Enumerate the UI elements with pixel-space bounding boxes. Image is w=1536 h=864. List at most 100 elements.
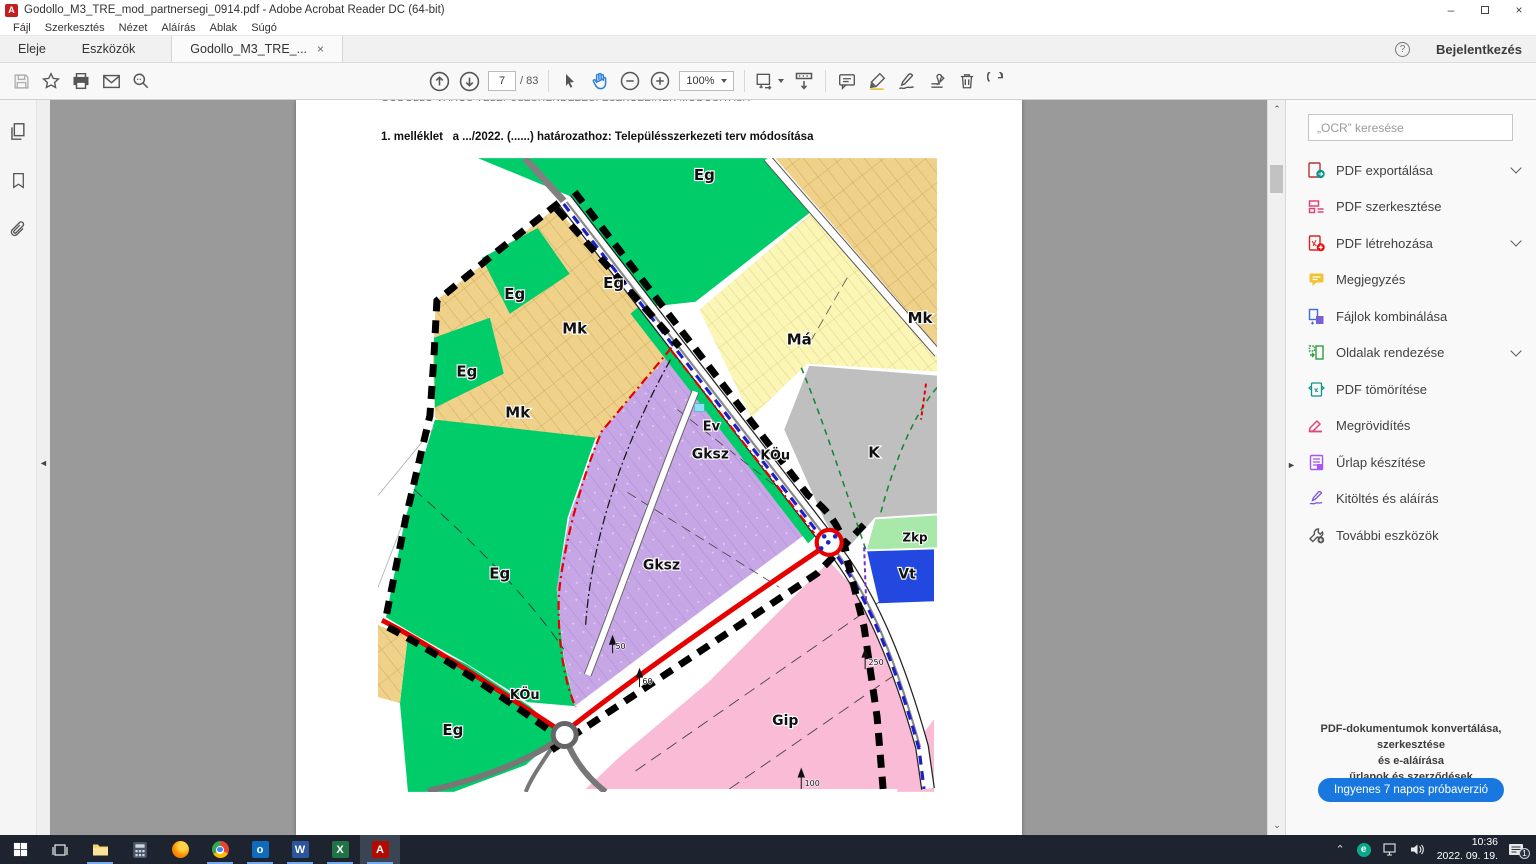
tool-more-tools[interactable]: További eszközök [1286,517,1536,554]
page-thumbnails-icon[interactable] [9,122,28,146]
label-kou-2: KÖu [510,687,540,703]
taskbar-chrome[interactable] [200,835,240,864]
document-area[interactable]: GÖDÖLLŐ VÁROS TELEPÜLÉSRENDEZÉSI ESZKÖZE… [50,100,1285,835]
rotate-icon[interactable] [982,67,1012,95]
sign-in-button[interactable]: Bejelentkezés [1436,42,1522,57]
label-mk-3: Mk [908,309,934,327]
stamp-icon[interactable] [922,67,952,95]
scroll-up-icon[interactable]: ⌃ [1268,104,1285,115]
trash-icon[interactable] [952,67,982,95]
chevron-down-icon[interactable] [1510,345,1521,356]
label-ev: Ev [703,420,721,435]
taskbar-acrobat[interactable]: A [360,835,400,864]
label-mk-2: Mk [505,404,531,422]
page-count-label: / 83 [520,75,538,87]
tray-network-icon[interactable] [1377,843,1404,856]
taskbar-calculator[interactable] [120,835,160,864]
comment-icon[interactable] [832,67,862,95]
tools-sidebar: ► PDF exportálása PDF szerkesztése PDF l… [1285,100,1536,835]
hand-tool-icon[interactable] [585,67,615,95]
save-icon[interactable] [6,67,36,95]
zoom-out-icon[interactable] [615,67,645,95]
label-gksz-1: Gksz [692,447,729,463]
menu-help[interactable]: Súgó [244,22,284,34]
print-icon[interactable] [66,67,96,95]
taskbar-firefox[interactable] [160,835,200,864]
label-eg-2: Eg [603,274,624,292]
taskbar-file-explorer[interactable] [80,835,120,864]
scroll-down-icon[interactable]: ⌄ [1268,820,1285,831]
pdf-page: GÖDÖLLŐ VÁROS TELEPÜLÉSRENDEZÉSI ESZKÖZE… [296,100,1022,835]
promo-text: PDF-dokumentumok konvertálása, szerkeszt… [1286,722,1536,786]
select-tool-icon[interactable] [555,67,585,95]
menu-view[interactable]: Nézet [112,22,155,34]
tool-prepare-form[interactable]: Űrlap készítése [1286,444,1536,481]
main-toolbar: / 83 100% [0,63,1536,100]
tool-search-input[interactable] [1308,114,1513,141]
scrollbar-thumb[interactable] [1270,165,1283,193]
task-view-button[interactable] [40,835,80,864]
previous-page-strip[interactable]: ◄ [37,100,50,835]
label-mk-1: Mk [562,320,588,338]
highlight-icon[interactable] [862,67,892,95]
bookmarks-icon[interactable] [10,172,27,194]
tray-volume-icon[interactable] [1404,843,1431,856]
fit-width-icon[interactable] [751,67,789,95]
tool-export-pdf[interactable]: PDF exportálása [1286,152,1536,189]
restore-icon [1481,6,1489,14]
label-ma: Má [787,331,812,349]
taskbar-word[interactable]: W [280,835,320,864]
help-icon[interactable]: ? [1395,42,1410,57]
restore-button[interactable] [1468,0,1502,20]
next-page-icon[interactable] [454,67,484,95]
taskbar-clock[interactable]: 10:36 2022. 09. 19. [1431,836,1504,862]
taskbar-excel[interactable]: X [320,835,360,864]
email-icon[interactable] [96,67,126,95]
tab-home[interactable]: Eleje [0,36,64,62]
tool-fill-sign[interactable]: Kitöltés és aláírás [1286,481,1536,518]
label-gip: Gip [772,713,798,729]
zoning-map: 50 60 250 100 Eg Eg Eg Eg Eg Eg Mk Mk Mk… [378,158,937,792]
label-eg-1: Eg [694,166,715,184]
attachments-icon[interactable] [9,220,27,243]
sign-icon[interactable] [892,67,922,95]
collapse-panel-arrow-icon[interactable]: ► [1287,460,1296,470]
tool-redact[interactable]: Megrövidítés [1286,408,1536,445]
zoom-level-select[interactable]: 100% [679,71,733,91]
vertical-scrollbar[interactable]: ⌃ ⌄ [1267,100,1285,835]
menu-edit[interactable]: Szerkesztés [38,22,112,34]
page-number-input[interactable] [488,71,516,91]
tray-eset-icon[interactable]: e [1351,843,1377,857]
chevron-down-icon[interactable] [1510,163,1521,174]
menu-sign[interactable]: Aláírás [154,22,202,34]
tab-tools[interactable]: Eszközök [64,36,154,62]
minimize-button[interactable]: – [1434,0,1468,20]
zoom-in-icon[interactable] [645,67,675,95]
page-header-text: GÖDÖLLŐ VÁROS TELEPÜLÉSRENDEZÉSI ESZKÖZE… [381,100,750,104]
taskbar-outlook[interactable]: o [240,835,280,864]
find-icon[interactable] [126,67,156,95]
tool-compress-pdf[interactable]: PDF tömörítése [1286,371,1536,408]
notification-center-icon[interactable]: 1 [1504,843,1532,857]
tab-close-icon[interactable]: × [317,42,324,56]
tool-organize-pages[interactable]: Oldalak rendezése [1286,335,1536,372]
tool-create-pdf[interactable]: PDF létrehozása [1286,225,1536,262]
free-trial-button[interactable]: Ingyenes 7 napos próbaverzió [1318,778,1504,802]
tool-combine-files[interactable]: Fájlok kombinálása [1286,298,1536,335]
close-button[interactable]: × [1502,0,1536,20]
previous-page-arrow-icon[interactable]: ◄ [39,458,48,468]
chevron-down-icon [721,79,727,83]
star-icon[interactable] [36,67,66,95]
svg-text:60: 60 [642,677,652,686]
tool-comment[interactable]: Megjegyzés [1286,262,1536,299]
tool-edit-pdf[interactable]: PDF szerkesztése [1286,189,1536,226]
start-button[interactable] [0,835,40,864]
tray-chevron-up-icon[interactable]: ⌃ [1329,843,1350,856]
acrobat-app-icon: A [5,4,18,17]
menu-window[interactable]: Ablak [203,22,245,34]
scrolling-mode-icon[interactable] [789,67,819,95]
menu-file[interactable]: Fájl [6,22,38,34]
tab-document[interactable]: Godollo_M3_TRE_... × [171,36,343,62]
previous-page-icon[interactable] [424,67,454,95]
chevron-down-icon[interactable] [1510,236,1521,247]
